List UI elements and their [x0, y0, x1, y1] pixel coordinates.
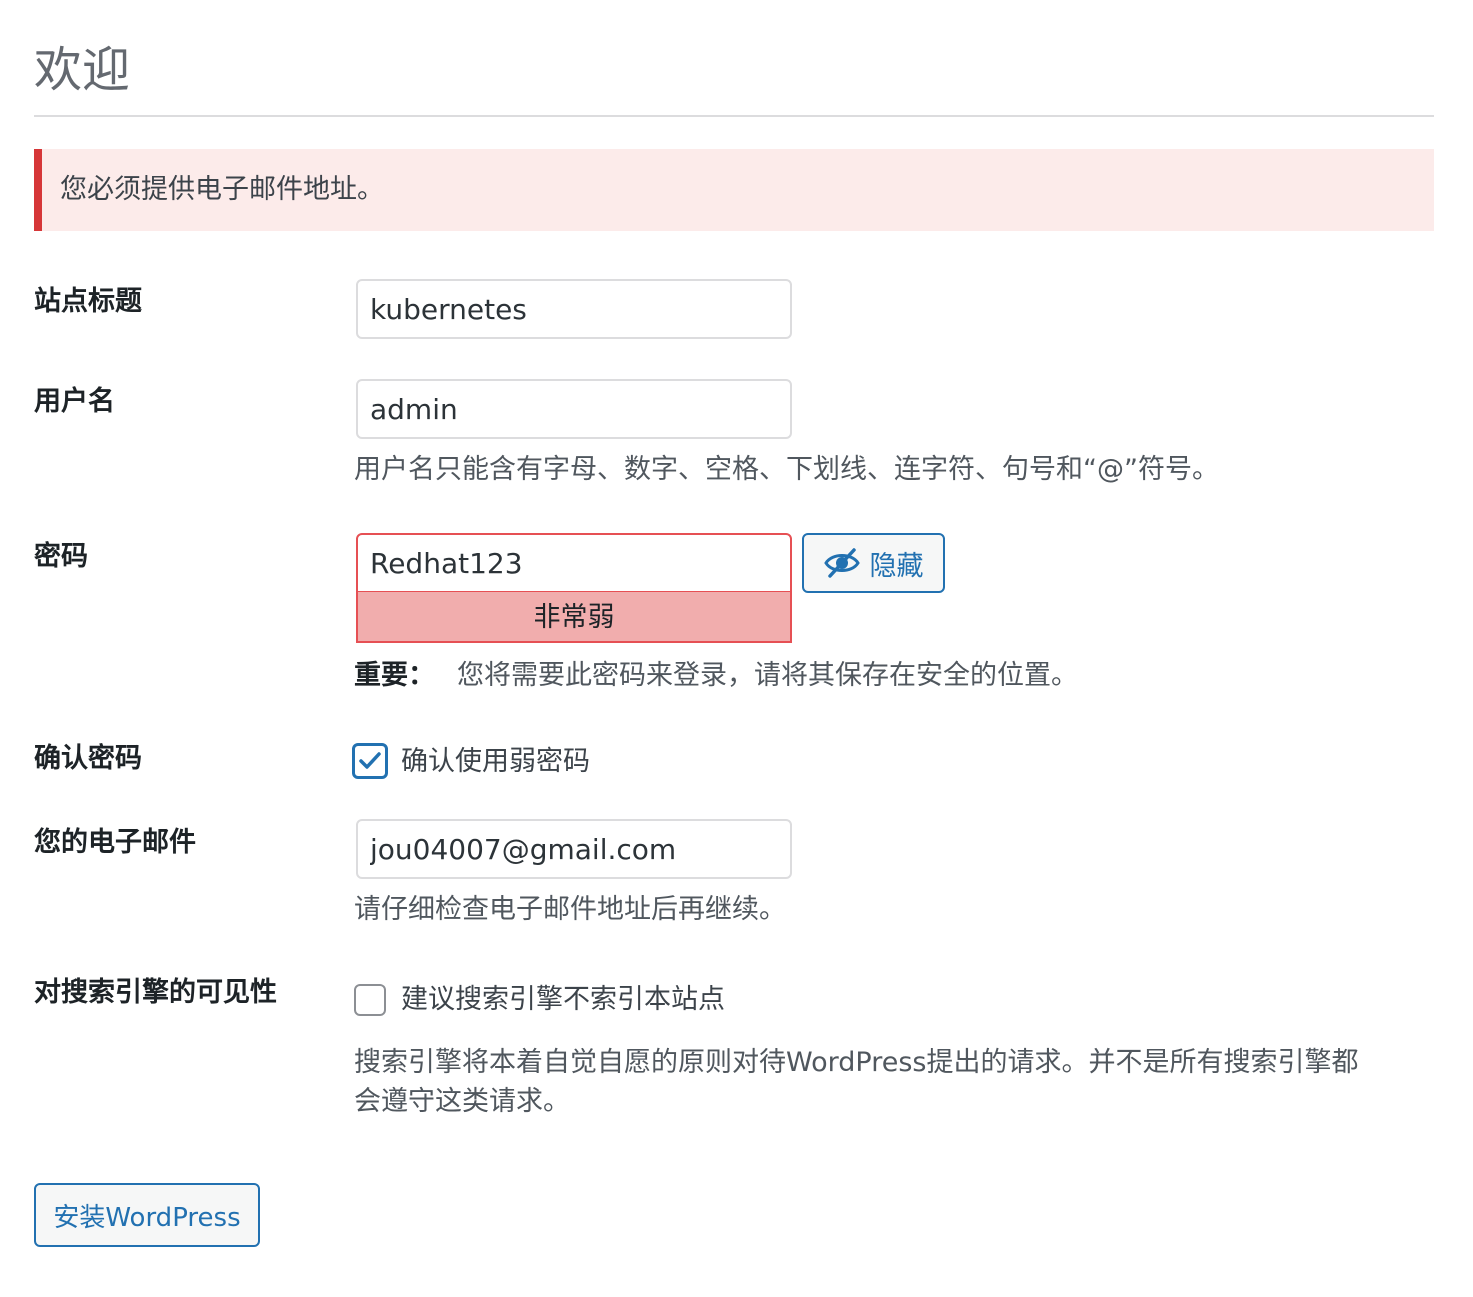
email-description: 请仔细检查电子邮件地址后再继续。 [354, 894, 786, 925]
hide-password-button-label: 隐藏 [869, 550, 924, 582]
page-title: 欢迎 [34, 42, 131, 98]
error-notice: 您必须提供电子邮件地址。 [34, 149, 1434, 231]
error-notice-text: 您必须提供电子邮件地址。 [60, 174, 384, 205]
password-input[interactable] [356, 533, 792, 593]
install-wordpress-button[interactable]: 安装WordPress [34, 1183, 260, 1247]
password-important-note: 重要： 您将需要此密码来登录，请将其保存在安全的位置。 [354, 656, 1078, 696]
discourage-search-engines-label[interactable]: 建议搜索引擎不索引本站点 [401, 982, 725, 1018]
discourage-search-engines-checkbox[interactable] [354, 984, 386, 1016]
search-visibility-description-line2: 会遵守这类请求。 [354, 1086, 570, 1117]
username-description: 用户名只能含有字母、数字、空格、下划线、连字符、句号和“@”符号。 [354, 454, 1219, 485]
username-input[interactable] [356, 379, 792, 439]
password-label: 密码 [34, 541, 88, 572]
site-title-input[interactable] [356, 279, 792, 339]
hide-password-button[interactable]: 隐藏 [802, 533, 945, 593]
confirm-weak-password-label[interactable]: 确认使用弱密码 [401, 744, 590, 780]
search-visibility-description-line1: 搜索引擎将本着自觉自愿的原则对待WordPress提出的请求。并不是所有搜索引擎… [354, 1047, 1359, 1078]
email-label: 您的电子邮件 [34, 827, 196, 858]
site-title-label: 站点标题 [34, 286, 142, 317]
important-text: 您将需要此密码来登录，请将其保存在安全的位置。 [457, 660, 1078, 691]
password-strength-meter: 非常弱 [356, 592, 792, 643]
important-label: 重要： [354, 660, 435, 691]
title-divider [34, 115, 1434, 117]
confirm-password-label: 确认密码 [34, 743, 142, 774]
eye-slash-icon [823, 548, 860, 578]
confirm-weak-password-checkbox[interactable] [352, 743, 388, 779]
search-visibility-label: 对搜索引擎的可见性 [34, 977, 277, 1008]
username-label: 用户名 [34, 386, 115, 417]
email-input[interactable] [356, 819, 792, 879]
